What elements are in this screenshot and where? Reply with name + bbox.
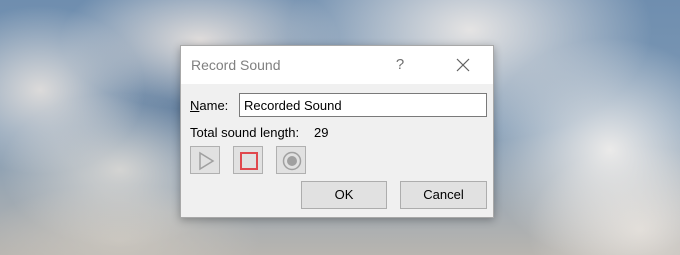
cancel-button[interactable]: Cancel — [400, 181, 487, 209]
record-button[interactable] — [276, 146, 306, 174]
name-input[interactable] — [239, 93, 487, 117]
close-button[interactable] — [449, 53, 477, 77]
dialog-titlebar[interactable]: Record Sound ? — [181, 46, 493, 84]
name-label: Name: — [190, 98, 228, 113]
total-length-label: Total sound length: — [190, 125, 300, 140]
name-label-text: ame: — [199, 98, 229, 113]
play-icon — [199, 151, 215, 171]
stop-button[interactable] — [233, 146, 263, 174]
stop-icon — [240, 152, 258, 170]
total-length-value: 29 — [314, 125, 329, 140]
name-label-accelerator: N — [190, 98, 200, 113]
help-button[interactable]: ? — [388, 53, 412, 77]
dialog-title: Record Sound — [191, 57, 281, 73]
close-icon — [456, 58, 470, 72]
record-sound-dialog: Record Sound ? Name: Total sound length:… — [180, 45, 494, 218]
record-icon — [282, 151, 302, 171]
ok-button[interactable]: OK — [301, 181, 387, 209]
play-button[interactable] — [190, 146, 220, 174]
